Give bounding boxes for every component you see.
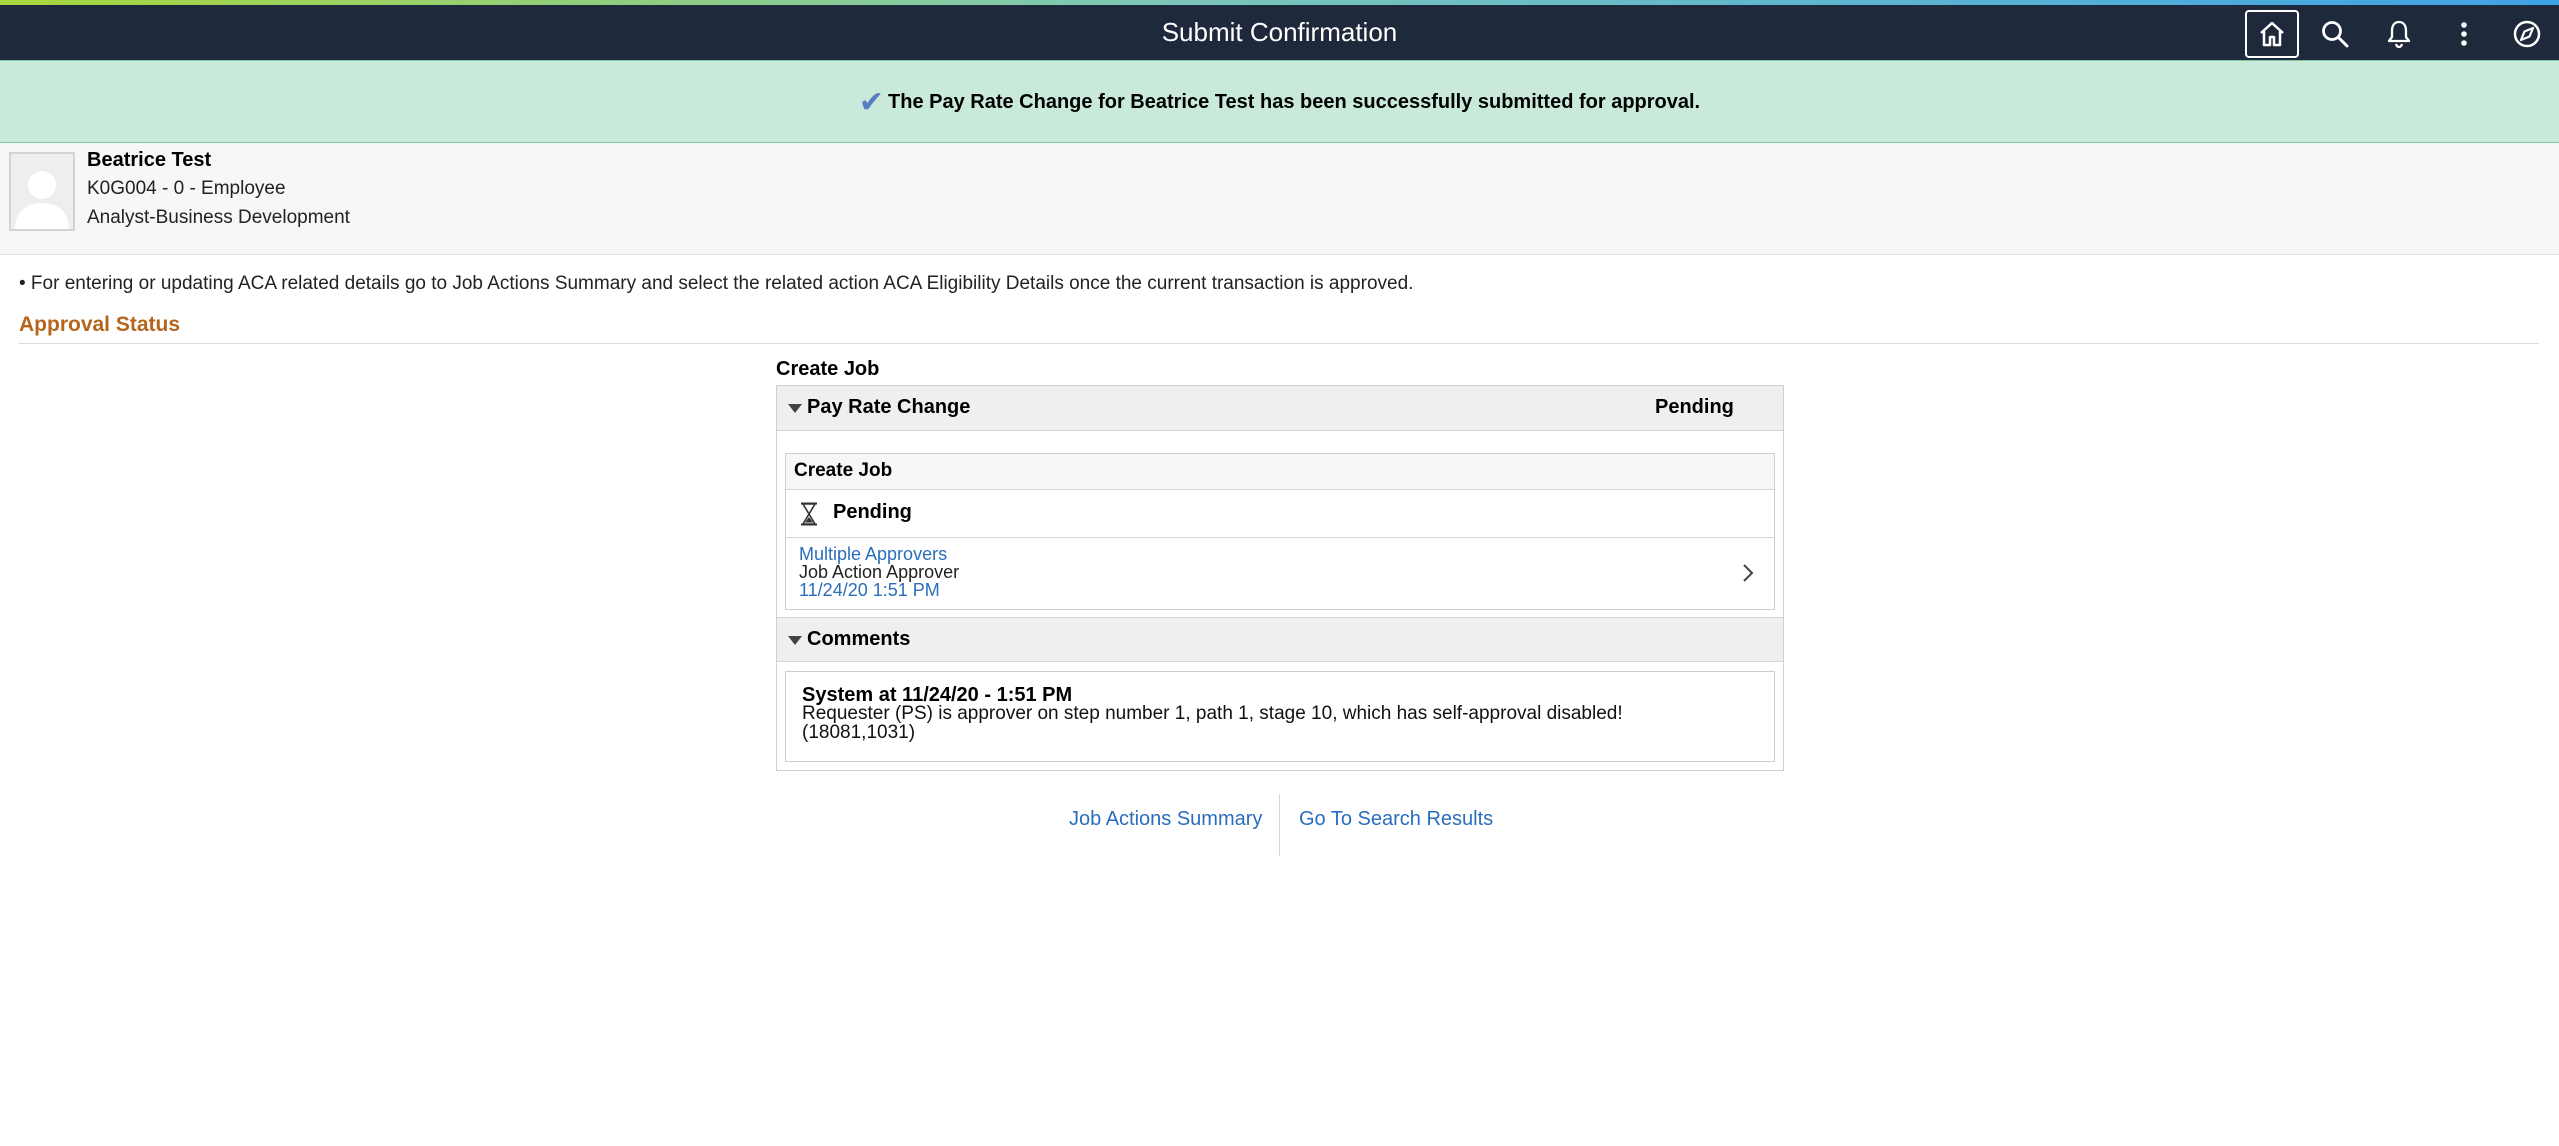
employee-header: Beatrice Test K0G004 - 0 - Employee Anal…: [0, 143, 2559, 255]
employee-id-line: K0G004 - 0 - Employee: [87, 178, 286, 199]
actions-menu-button[interactable]: [2437, 9, 2491, 59]
collapse-caret-icon: [788, 404, 802, 413]
checkmark-icon: ✔: [858, 85, 885, 119]
panel-title[interactable]: Pay Rate Change: [807, 396, 970, 419]
banner-message: The Pay Rate Change for Beatrice Test ha…: [888, 91, 1701, 113]
home-button[interactable]: [2245, 10, 2299, 58]
navbar-compass-icon: [2513, 20, 2541, 48]
chevron-right-icon: [1743, 564, 1754, 582]
process-label: Create Job: [776, 358, 880, 380]
avatar: [9, 152, 75, 231]
employee-job-title: Analyst-Business Development: [87, 207, 350, 228]
approval-panel: Pay Rate Change Pending Create Job Pendi…: [776, 385, 1784, 771]
comment-item: System at 11/24/20 - 1:51 PM Requester (…: [785, 671, 1775, 762]
notifications-button[interactable]: [2372, 9, 2426, 59]
comments-header[interactable]: Comments: [777, 617, 1783, 662]
step-title: Create Job: [794, 460, 893, 481]
home-icon: [2260, 21, 2284, 47]
approval-step: Create Job Pending Multiple Approvers Jo…: [785, 453, 1775, 610]
navbar-button[interactable]: [2500, 9, 2554, 59]
page-title: Submit Confirmation: [1161, 17, 1398, 47]
go-to-search-results-link[interactable]: Go To Search Results: [1299, 808, 1493, 831]
pay-rate-change-header[interactable]: Pay Rate Change Pending: [777, 386, 1783, 431]
comment-text: Requester (PS) is approver on step numbe…: [802, 703, 1623, 743]
employee-name: Beatrice Test: [87, 149, 212, 171]
section-divider: [19, 343, 2539, 344]
approval-status-heading: Approval Status: [19, 313, 181, 336]
more-vertical-icon: [2461, 22, 2467, 46]
comments-title[interactable]: Comments: [807, 628, 910, 651]
step-status: Pending: [833, 501, 912, 523]
bell-icon: [2387, 20, 2411, 49]
panel-status: Pending: [1655, 396, 1734, 418]
hourglass-icon: [801, 502, 817, 526]
job-actions-summary-link[interactable]: Job Actions Summary: [1069, 808, 1262, 831]
collapse-caret-icon: [788, 636, 802, 645]
search-button[interactable]: [2308, 9, 2362, 59]
app-header: Submit Confirmation: [0, 5, 2559, 60]
approver-date: 11/24/20 1:51 PM: [799, 580, 940, 600]
step-status-row: Pending: [786, 490, 1774, 538]
person-placeholder-icon: [15, 171, 69, 229]
footer-divider: [1279, 794, 1280, 856]
search-icon: [2322, 21, 2349, 48]
approver-row[interactable]: Multiple Approvers Job Action Approver 1…: [786, 539, 1774, 609]
step-header: Create Job: [786, 454, 1774, 490]
aca-note: • For entering or updating ACA related d…: [19, 273, 1414, 294]
success-banner: ✔ The Pay Rate Change for Beatrice Test …: [0, 60, 2559, 143]
footer-links: Job Actions Summary Go To Search Results: [1040, 794, 1520, 856]
